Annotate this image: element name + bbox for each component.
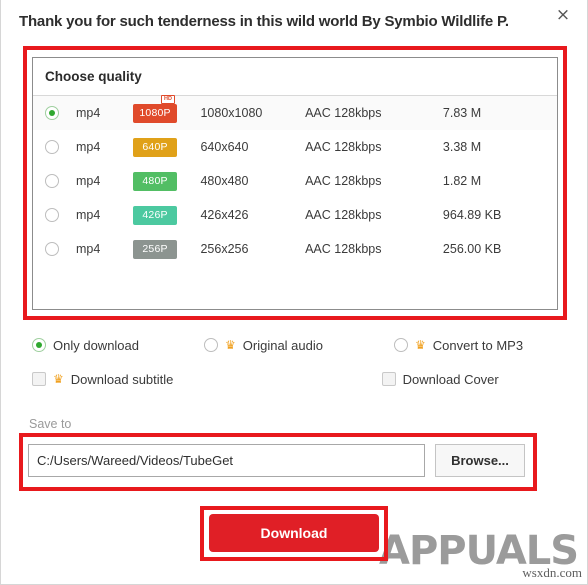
quality-row[interactable]: mp4 640P 640x640 AAC 128kbps 3.38 M	[33, 130, 557, 164]
quality-resolution: 1080x1080	[200, 106, 263, 120]
quality-audio: AAC 128kbps	[305, 106, 382, 120]
page-title: Thank you for such tenderness in this wi…	[19, 13, 509, 30]
quality-badge: 426P	[133, 205, 178, 225]
save-to-label: Save to	[29, 417, 72, 431]
quality-row[interactable]: mp4 1080P HD 1080x1080 AAC 128kbps 7.83 M	[33, 94, 557, 130]
option-convert-mp3[interactable]: ♛ Convert to MP3	[394, 338, 523, 353]
options-section: Only download ♛ Original audio ♛ Convert…	[32, 328, 558, 396]
quality-filesize: 1.82 M	[442, 174, 482, 188]
radio-quality-480p[interactable]	[45, 174, 59, 188]
quality-badge: 640P	[133, 137, 178, 157]
option-download-cover[interactable]: Download Cover	[381, 371, 558, 387]
option-only-download-label: Only download	[53, 337, 139, 353]
radio-quality-256p[interactable]	[45, 242, 59, 256]
radio-original-audio[interactable]	[204, 338, 218, 352]
quality-resolution: 480x480	[200, 174, 249, 188]
quality-resolution: 426x426	[200, 208, 249, 222]
download-dialog: Thank you for such tenderness in this wi…	[0, 0, 588, 585]
save-path-input[interactable]	[28, 444, 425, 477]
quality-badge-cell: 640P	[133, 137, 182, 157]
quality-badge: 480P	[133, 171, 178, 191]
quality-format: mp4	[76, 140, 101, 154]
option-convert-mp3-label: Convert to MP3	[432, 337, 524, 353]
quality-row[interactable]: mp4 426P 426x426 AAC 128kbps 964.89 KB	[33, 198, 557, 232]
quality-badge: 1080P	[133, 103, 178, 123]
option-original-audio[interactable]: ♛ Original audio	[204, 338, 394, 353]
option-download-subtitle[interactable]: ♛ Download subtitle	[32, 372, 192, 387]
quality-filesize: 7.83 M	[442, 106, 482, 120]
quality-row[interactable]: mp4 480P 480x480 AAC 128kbps 1.82 M	[33, 164, 557, 198]
download-button[interactable]: Download	[209, 514, 379, 552]
watermark: APPUALS wsxdn.com	[379, 512, 584, 582]
quality-filesize: 256.00 KB	[442, 242, 502, 256]
close-icon[interactable]: ×	[549, 2, 577, 28]
hd-icon: HD	[161, 94, 175, 104]
dialog-titlebar: Thank you for such tenderness in this wi…	[1, 0, 587, 40]
crown-icon: ♛	[415, 338, 426, 352]
crown-icon: ♛	[225, 338, 236, 352]
checkbox-download-subtitle[interactable]	[32, 372, 46, 386]
quality-audio: AAC 128kbps	[305, 140, 382, 154]
quality-panel-header: Choose quality	[33, 58, 557, 96]
quality-format: mp4	[76, 242, 101, 256]
option-original-audio-label: Original audio	[242, 337, 323, 353]
quality-resolution: 256x256	[200, 242, 249, 256]
quality-filesize: 964.89 KB	[442, 208, 502, 222]
quality-badge-cell: 256P	[133, 239, 182, 259]
watermark-brand: APPUALS	[379, 528, 579, 574]
quality-format: mp4	[76, 208, 101, 222]
radio-only-download[interactable]	[32, 338, 46, 352]
quality-panel: Choose quality mp4 1080P HD 1080x1080 AAC 12…	[32, 57, 558, 310]
option-download-subtitle-label: Download subtitle	[70, 371, 174, 387]
checkbox-download-cover[interactable]	[381, 372, 396, 386]
quality-format: mp4	[76, 106, 101, 120]
crown-icon: ♛	[53, 372, 64, 386]
quality-badge-cell: 480P	[133, 171, 182, 191]
option-only-download[interactable]: Only download	[32, 338, 204, 353]
option-download-cover-label: Download Cover	[402, 371, 499, 387]
quality-audio: AAC 128kbps	[305, 174, 382, 188]
radio-convert-mp3[interactable]	[394, 338, 408, 352]
quality-row-list: mp4 1080P HD 1080x1080 AAC 128kbps 7.83 M mp4 6…	[33, 94, 557, 266]
quality-format: mp4	[76, 174, 101, 188]
quality-row[interactable]: mp4 256P 256x256 AAC 128kbps 256.00 KB	[33, 232, 557, 266]
quality-audio: AAC 128kbps	[305, 242, 382, 256]
quality-badge: 256P	[133, 239, 178, 259]
browse-button[interactable]: Browse...	[435, 444, 525, 477]
quality-filesize: 3.38 M	[442, 140, 482, 154]
quality-audio: AAC 128kbps	[305, 208, 382, 222]
radio-quality-1080p[interactable]	[45, 106, 59, 120]
radio-quality-640p[interactable]	[45, 140, 59, 154]
quality-badge-cell: 426P	[133, 205, 182, 225]
quality-badge-cell: 1080P HD	[133, 94, 182, 123]
quality-resolution: 640x640	[200, 140, 249, 154]
options-row-primary: Only download ♛ Original audio ♛ Convert…	[32, 328, 558, 362]
watermark-site: wsxdn.com	[522, 565, 582, 580]
radio-quality-426p[interactable]	[45, 208, 59, 222]
options-row-secondary: ♛ Download subtitle Download Cover	[32, 362, 558, 396]
